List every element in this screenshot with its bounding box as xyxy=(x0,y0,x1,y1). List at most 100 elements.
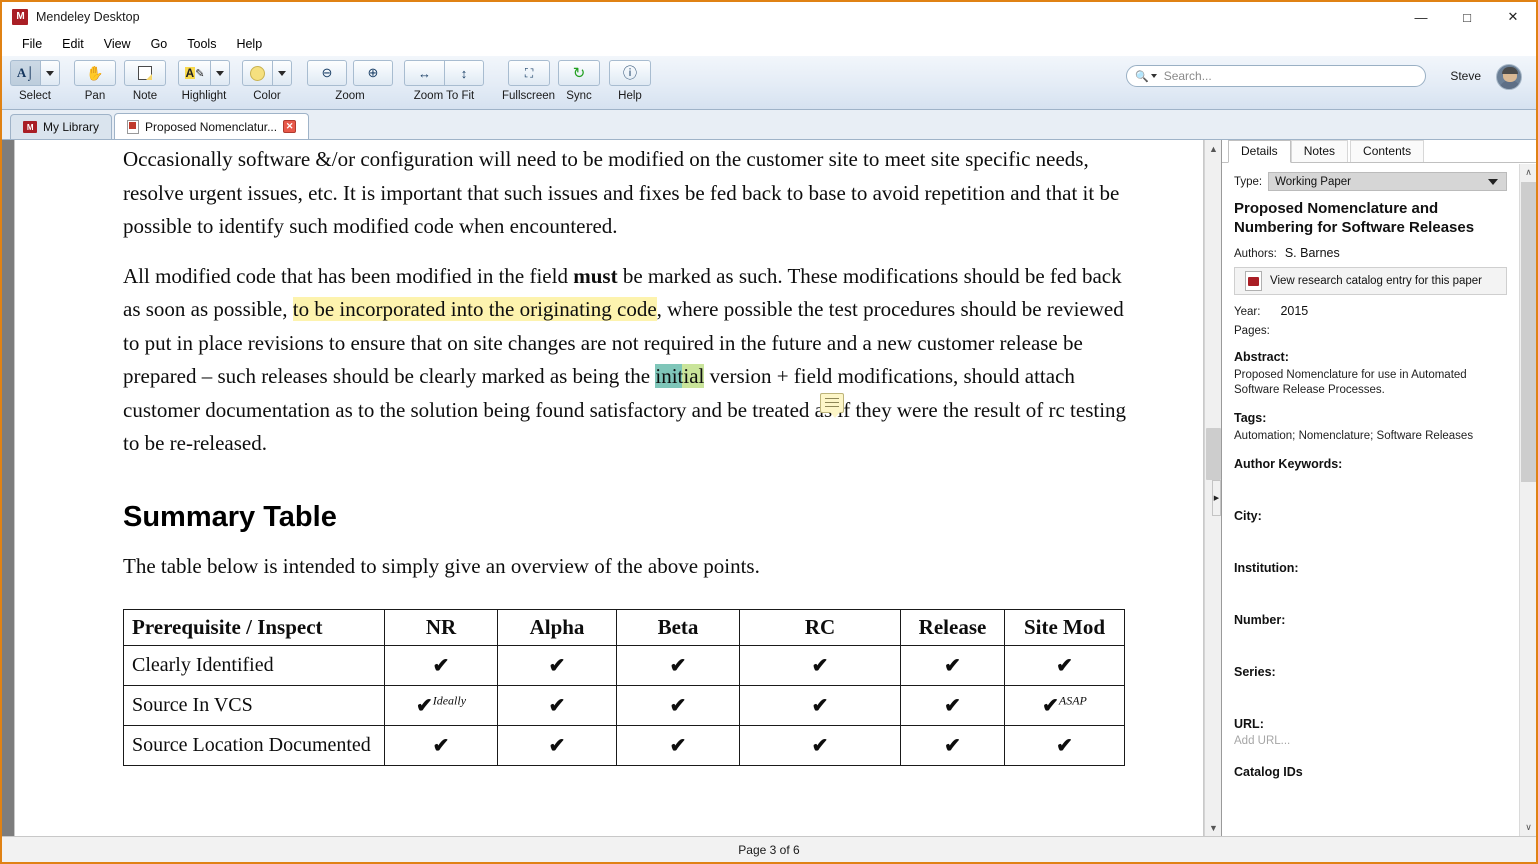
fullscreen-button[interactable]: ⛶ xyxy=(507,60,550,86)
check-icon: ✔ xyxy=(432,655,450,677)
menu-file[interactable]: File xyxy=(12,34,52,54)
highlight-annotation-yellow[interactable]: to be incorporated into the originating … xyxy=(292,297,657,321)
search-box[interactable]: 🔍 xyxy=(1126,65,1426,87)
cell-clearly-identified-beta: ✔ xyxy=(616,645,740,686)
row-label-source-in-vcs: Source In VCS xyxy=(123,685,385,726)
panel-collapse-handle[interactable]: ▶ xyxy=(1212,480,1221,516)
authors-value[interactable]: S. Barnes xyxy=(1285,246,1340,260)
tab-my-library[interactable]: M My Library xyxy=(10,114,113,139)
pen-icon: ✎ xyxy=(195,67,205,80)
menu-tools[interactable]: Tools xyxy=(177,34,226,54)
details-content: Type: Working Paper Proposed Nomenclatur… xyxy=(1222,164,1519,836)
highlight-tool-label: Highlight xyxy=(181,90,227,102)
title-bar: M Mendeley Desktop — □ ✕ xyxy=(2,2,1536,32)
color-dropdown-button[interactable] xyxy=(272,60,292,86)
cell-clearly-identified-alpha: ✔ xyxy=(497,645,617,686)
institution-label: Institution: xyxy=(1234,561,1299,575)
document-tab-strip: M My Library Proposed Nomenclatur... ✕ xyxy=(2,110,1536,140)
minimize-button[interactable]: — xyxy=(1398,2,1444,32)
tab-proposed-nomenclature[interactable]: Proposed Nomenclatur... ✕ xyxy=(114,113,310,139)
type-label: Type: xyxy=(1234,175,1263,188)
city-value[interactable] xyxy=(1234,527,1507,561)
number-value[interactable] xyxy=(1234,631,1507,665)
fullscreen-icon: ⛶ xyxy=(524,65,533,80)
select-dropdown-button[interactable] xyxy=(40,60,60,86)
year-value[interactable]: 2015 xyxy=(1280,304,1308,318)
sticky-note-icon xyxy=(138,66,152,80)
account-name[interactable]: Steve xyxy=(1450,69,1481,83)
fit-width-button[interactable]: ↔ xyxy=(404,60,444,86)
zoom-in-icon: ⊕ xyxy=(367,65,379,80)
zoom-in-button[interactable]: ⊕ xyxy=(353,60,393,86)
cell-source-in-vcs-site-mod: ✔ASAP xyxy=(1004,685,1125,726)
highlight-dropdown-button[interactable] xyxy=(210,60,230,86)
zoom-group-label: Zoom xyxy=(335,90,365,102)
zoom-out-button[interactable]: ⊖ xyxy=(307,60,347,86)
note-tool-button[interactable] xyxy=(124,60,166,86)
col-header-rc: RC xyxy=(739,609,901,646)
menu-help[interactable]: Help xyxy=(226,34,272,54)
chevron-down-icon[interactable] xyxy=(1150,74,1157,78)
pdf-page: Occasionally software &/or configuration… xyxy=(14,140,1204,836)
sync-icon: ↻ xyxy=(572,65,586,82)
city-label: City: xyxy=(1234,509,1262,523)
tab-details[interactable]: Details xyxy=(1228,140,1291,163)
fullscreen-label: Fullscreen xyxy=(502,90,556,102)
highlight-annotation-green[interactable]: initial xyxy=(655,364,705,388)
run-lead: All modified code that has been modified… xyxy=(123,263,574,288)
toolbar-group-color: Color xyxy=(242,60,292,102)
sticky-note-annotation-icon[interactable] xyxy=(820,392,844,418)
toolbar-group-sync: ↻ Sync xyxy=(558,60,600,102)
details-scroll-up-arrow-icon[interactable]: ∧ xyxy=(1520,164,1536,181)
zoom-to-fit-label: Zoom To Fit xyxy=(413,90,475,102)
menu-edit[interactable]: Edit xyxy=(52,34,94,54)
sync-button[interactable]: ↻ xyxy=(558,60,600,86)
check-icon: ✔ xyxy=(1042,695,1059,717)
tab-contents[interactable]: Contents xyxy=(1350,140,1425,162)
details-scrollbar[interactable]: ∧ ∨ xyxy=(1519,164,1536,836)
avatar-hair xyxy=(1502,67,1518,74)
author-keywords-value[interactable] xyxy=(1234,475,1507,509)
close-button[interactable]: ✕ xyxy=(1490,2,1536,32)
scroll-up-arrow-icon[interactable]: ▲ xyxy=(1205,140,1221,157)
details-scroll-down-arrow-icon[interactable]: ∨ xyxy=(1520,819,1536,836)
window-controls: — □ ✕ xyxy=(1398,2,1536,32)
abstract-label: Abstract: xyxy=(1234,350,1289,364)
series-value[interactable] xyxy=(1234,683,1507,717)
avatar[interactable] xyxy=(1496,64,1522,90)
view-research-catalog-button[interactable]: View research catalog entry for this pap… xyxy=(1234,267,1507,295)
type-select[interactable]: Working Paper xyxy=(1268,172,1507,191)
col-header-alpha: Alpha xyxy=(497,609,617,646)
institution-value[interactable] xyxy=(1234,579,1507,613)
color-tool-button[interactable] xyxy=(242,60,272,86)
document-title[interactable]: Proposed Nomenclature and Numbering for … xyxy=(1234,200,1507,237)
document-scrollbar-thumb[interactable] xyxy=(1206,428,1221,480)
menu-go[interactable]: Go xyxy=(141,34,178,54)
fit-height-button[interactable]: ↕ xyxy=(444,60,484,86)
tab-notes[interactable]: Notes xyxy=(1290,140,1349,162)
add-url-placeholder[interactable]: Add URL... xyxy=(1234,735,1507,747)
pan-tool-button[interactable]: ✋ xyxy=(74,60,116,86)
menu-view[interactable]: View xyxy=(94,34,141,54)
table-row: Clearly Identified ✔ ✔ ✔ ✔ ✔ ✔ xyxy=(123,645,1125,686)
details-scrollbar-thumb[interactable] xyxy=(1521,182,1536,482)
abstract-value[interactable]: Proposed Nomenclature for use in Automat… xyxy=(1234,368,1507,398)
select-tool-button[interactable]: A⌡ xyxy=(10,60,40,86)
tags-value[interactable]: Automation; Nomenclature; Software Relea… xyxy=(1234,429,1507,444)
maximize-button[interactable]: □ xyxy=(1444,2,1490,32)
tab-close-icon[interactable]: ✕ xyxy=(283,120,297,133)
chevron-down-icon xyxy=(1488,178,1498,185)
cell-source-location-release: ✔ xyxy=(900,725,1005,766)
highlight-tool-button[interactable]: A ✎ xyxy=(178,60,210,86)
color-tool-label: Color xyxy=(253,90,281,102)
check-icon: ✔ xyxy=(1056,735,1073,757)
status-bar: Page 3 of 6 xyxy=(2,836,1536,862)
window-title: Mendeley Desktop xyxy=(36,10,140,24)
cell-clearly-identified-release: ✔ xyxy=(900,645,1005,686)
zoom-out-icon: ⊖ xyxy=(321,65,333,80)
col-header-site-mod: Site Mod xyxy=(1004,609,1125,646)
help-button[interactable]: ⓘ xyxy=(609,60,651,86)
search-input[interactable] xyxy=(1161,68,1417,84)
scroll-down-arrow-icon[interactable]: ▼ xyxy=(1205,819,1221,836)
tab-my-library-label: My Library xyxy=(43,120,100,134)
